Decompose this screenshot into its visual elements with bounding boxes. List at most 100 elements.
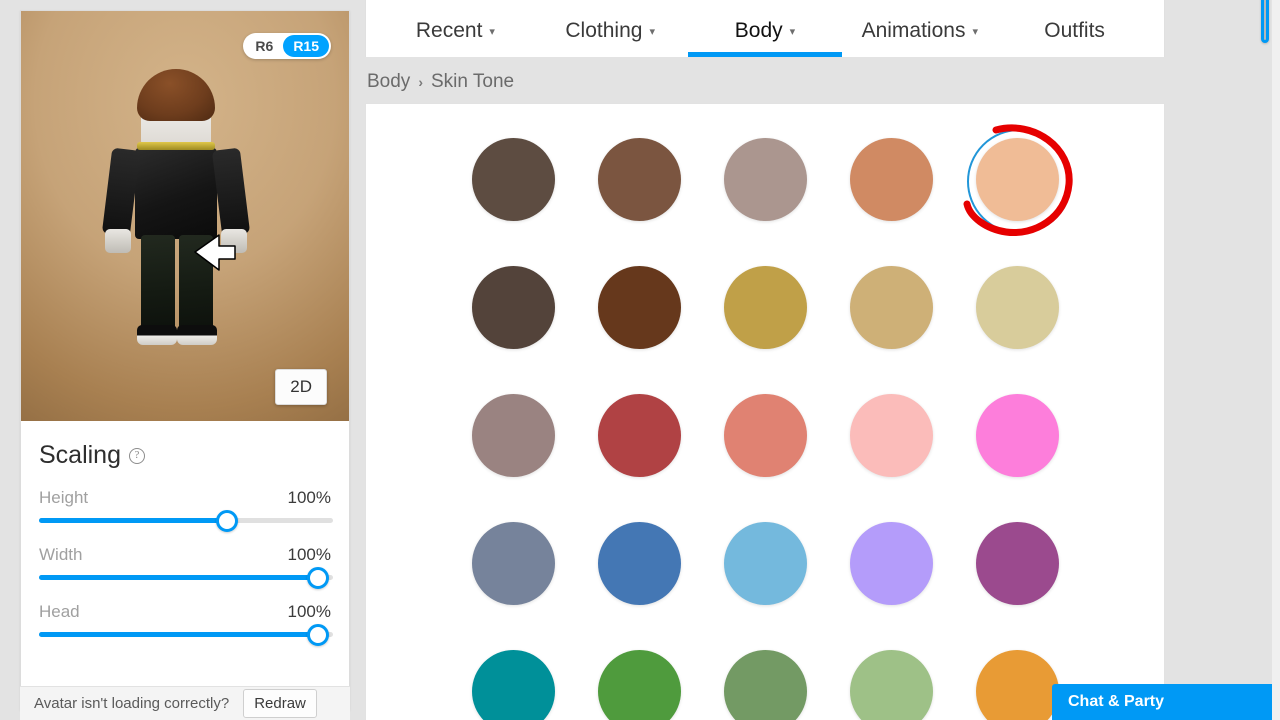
skin-tone-swatch-periwinkle[interactable] bbox=[849, 522, 933, 605]
slider-height-value: 100% bbox=[287, 488, 331, 507]
slider-head-fill bbox=[39, 632, 319, 637]
swatch-cell bbox=[576, 266, 702, 349]
question-mark-icon[interactable]: ? bbox=[129, 447, 145, 464]
avatar-editor-main: Recent ▾ Clothing ▾ Body ▾ Animations ▾ bbox=[365, 0, 1165, 720]
swatch-cell bbox=[450, 394, 576, 477]
chat-and-party-bar[interactable]: Chat & Party bbox=[1052, 684, 1280, 720]
breadcrumb-current: Skin Tone bbox=[430, 71, 515, 92]
avatar-shoe-right bbox=[177, 325, 217, 345]
avatar-hand-left bbox=[105, 229, 131, 253]
skin-tone-swatch-mauve-gray[interactable] bbox=[471, 394, 555, 477]
skin-tone-swatch-salmon[interactable] bbox=[723, 394, 807, 477]
slider-width-header: Width 100% bbox=[39, 545, 331, 565]
skin-tone-swatch-warm-sand[interactable] bbox=[849, 266, 933, 349]
redraw-button[interactable]: Redraw bbox=[243, 689, 317, 718]
swatch-cell bbox=[828, 138, 954, 221]
tab-outfits[interactable]: Outfits bbox=[997, 0, 1152, 57]
avatar-hand-right bbox=[221, 229, 247, 253]
avatar-preview-panel: R6 R15 2D Scaling ? Height 100% Width 10… bbox=[20, 10, 350, 710]
avatar-leg-left bbox=[141, 235, 175, 331]
chevron-down-icon: ▾ bbox=[489, 26, 495, 38]
slider-head-track[interactable] bbox=[39, 623, 333, 646]
avatar-shoe-left bbox=[137, 325, 177, 345]
avatar-3d-viewport[interactable]: R6 R15 2D bbox=[21, 11, 349, 421]
skin-tone-swatch-sky-blue[interactable] bbox=[723, 522, 807, 605]
scaling-title: Scaling ? bbox=[39, 441, 331, 470]
swatch-cell bbox=[702, 266, 828, 349]
skin-tone-swatch-teal[interactable] bbox=[471, 650, 555, 720]
swatch-cell bbox=[828, 266, 954, 349]
skin-tone-swatch-grass-green[interactable] bbox=[597, 650, 681, 720]
tab-animations-label: Animations bbox=[861, 19, 966, 42]
skin-tone-swatch-medium-brown[interactable] bbox=[597, 138, 681, 221]
slider-height-fill bbox=[39, 518, 228, 523]
skin-tone-swatch-dark-brown[interactable] bbox=[471, 138, 555, 221]
skin-tone-swatch-light-sage[interactable] bbox=[849, 650, 933, 720]
slider-height-thumb[interactable] bbox=[216, 509, 239, 532]
skin-tone-swatch-sage-green[interactable] bbox=[723, 650, 807, 720]
view-mode-toggle-2d[interactable]: 2D bbox=[275, 369, 327, 405]
slider-width-label: Width bbox=[39, 545, 83, 564]
skin-tone-swatch-light-peach[interactable] bbox=[963, 124, 1073, 237]
skin-tone-swatch-grid bbox=[366, 124, 1164, 720]
chat-and-party-label: Chat & Party bbox=[1068, 693, 1165, 710]
skin-tone-swatch-taupe[interactable] bbox=[723, 138, 807, 221]
slider-head-thumb[interactable] bbox=[307, 623, 330, 646]
avatar-hair bbox=[137, 69, 215, 121]
skin-tone-swatch-chestnut[interactable] bbox=[597, 266, 681, 349]
tab-outfits-label: Outfits bbox=[1044, 19, 1105, 42]
page-scrollbar[interactable] bbox=[1261, 0, 1280, 720]
rig-option-r6[interactable]: R6 bbox=[245, 35, 283, 57]
rig-option-r15[interactable]: R15 bbox=[283, 35, 329, 57]
slider-width[interactable]: Width 100% bbox=[39, 545, 333, 589]
skin-tone-swatch-blush-pink[interactable] bbox=[849, 394, 933, 477]
slider-head[interactable]: Head 100% bbox=[39, 602, 333, 646]
tab-clothing-label: Clothing bbox=[565, 19, 643, 42]
skin-tone-swatch-brick-red[interactable] bbox=[597, 394, 681, 477]
tab-clothing[interactable]: Clothing ▾ bbox=[533, 0, 688, 57]
swatch-cell bbox=[828, 522, 954, 605]
swatch-cell bbox=[450, 138, 576, 221]
tab-recent[interactable]: Recent ▾ bbox=[378, 0, 533, 57]
tab-body[interactable]: Body ▾ bbox=[687, 0, 843, 57]
chevron-down-icon: ▾ bbox=[789, 26, 796, 38]
swatch-cell bbox=[702, 522, 828, 605]
slider-height[interactable]: Height 100% bbox=[39, 488, 333, 532]
skin-tone-swatch-hot-pink[interactable] bbox=[975, 394, 1059, 477]
skin-tone-swatch-slate-blue-gray[interactable] bbox=[471, 522, 555, 605]
tab-animations[interactable]: Animations ▾ bbox=[842, 0, 997, 57]
red-annotation-circle-icon bbox=[963, 124, 1073, 237]
avatar-leg-right bbox=[179, 235, 213, 331]
chevron-down-icon: ▾ bbox=[972, 26, 978, 38]
skin-tone-swatch-pale-khaki[interactable] bbox=[975, 266, 1059, 349]
avatar-editor-page: R6 R15 2D Scaling ? Height 100% Width 10… bbox=[0, 0, 1280, 720]
scaling-section: Scaling ? Height 100% Width 100% Head 10… bbox=[21, 421, 349, 665]
breadcrumb-root[interactable]: Body bbox=[367, 71, 410, 93]
scaling-title-text: Scaling bbox=[39, 441, 121, 469]
chevron-down-icon: ▾ bbox=[649, 26, 655, 38]
skin-tone-swatch-dark-gold[interactable] bbox=[723, 266, 807, 349]
skin-tone-swatch-royal-blue[interactable] bbox=[597, 522, 681, 605]
swatch-cell bbox=[450, 650, 576, 720]
rig-type-toggle[interactable]: R6 R15 bbox=[243, 33, 331, 59]
skin-tone-swatch-tan-orange[interactable] bbox=[849, 138, 933, 221]
swatch-cell bbox=[450, 522, 576, 605]
slider-head-header: Head 100% bbox=[39, 602, 331, 622]
slider-width-value: 100% bbox=[287, 545, 331, 564]
swatch-cell bbox=[576, 394, 702, 477]
swatch-cell bbox=[702, 650, 828, 720]
skin-tone-swatch-deep-cocoa[interactable] bbox=[471, 266, 555, 349]
slider-height-track[interactable] bbox=[39, 509, 333, 532]
page-scrollbar-thumb[interactable] bbox=[1261, 0, 1269, 43]
swatch-cell bbox=[954, 522, 1080, 605]
avatar-arm-right bbox=[211, 147, 251, 237]
skin-tone-palette-card bbox=[365, 103, 1165, 720]
slider-width-thumb[interactable] bbox=[307, 566, 330, 589]
skin-tone-swatch-plum-purple[interactable] bbox=[975, 522, 1059, 605]
slider-width-track[interactable] bbox=[39, 566, 333, 589]
swatch-cell bbox=[576, 138, 702, 221]
slider-head-label: Head bbox=[39, 602, 80, 621]
skin-tone-swatch-amber-orange[interactable] bbox=[975, 650, 1059, 720]
swatch-cell bbox=[828, 650, 954, 720]
category-tabs: Recent ▾ Clothing ▾ Body ▾ Animations ▾ bbox=[366, 0, 1164, 57]
